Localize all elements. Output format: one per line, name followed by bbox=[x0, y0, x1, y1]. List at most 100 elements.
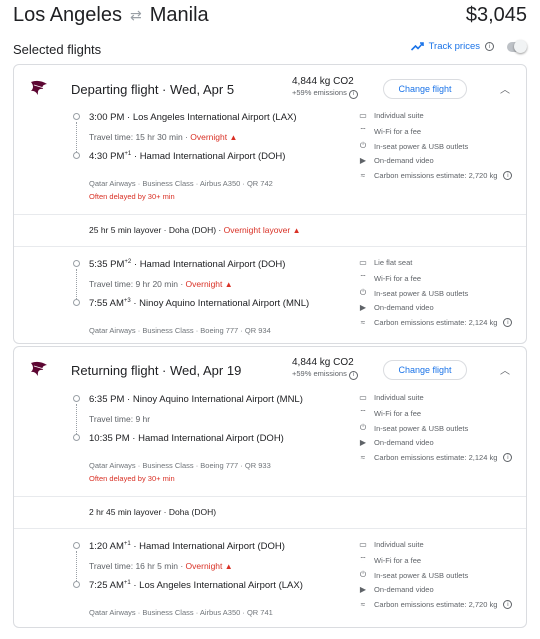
timeline-line bbox=[76, 551, 77, 581]
amenity-item: ▶ On-demand video bbox=[359, 438, 434, 447]
layover-row: 2 hr 45 min layover · Doha (DOH) bbox=[14, 496, 526, 529]
returning-header: Returning flight · Wed, Apr 19 4,844 kg … bbox=[14, 353, 526, 393]
amenity-item: ▭ Individual suite bbox=[359, 540, 424, 549]
amenity-item: ⌔ Wi-Fi for a fee bbox=[359, 555, 422, 565]
departure-line: 5:35 PM+2 · Hamad International Airport … bbox=[89, 259, 286, 271]
seat-icon: ▭ bbox=[359, 111, 367, 120]
swap-icon: ⇄ bbox=[129, 7, 142, 23]
trip-header: Los Angeles ⇄ Manila $3,045 bbox=[13, 4, 527, 32]
layover-row: 25 hr 5 min layover · Doha (DOH) · Overn… bbox=[14, 214, 526, 247]
warning-icon: ▲ bbox=[292, 226, 301, 235]
emissions-note: +59% emissions i bbox=[292, 88, 358, 99]
video-icon: ▶ bbox=[359, 303, 367, 312]
emissions-icon: ≈ bbox=[360, 318, 366, 327]
flight-segment: 1:20 AM+1 · Hamad International Airport … bbox=[14, 538, 526, 626]
delay-note: Often delayed by 30+ min bbox=[89, 192, 175, 201]
wifi-icon: ⌔ bbox=[359, 555, 367, 564]
departing-flight-card: Departing flight · Wed, Apr 5 4,844 kg C… bbox=[13, 64, 527, 344]
qatar-airways-logo bbox=[31, 80, 47, 95]
timeline-dot bbox=[73, 260, 80, 267]
flight-details: Qatar Airways · Business Class · Airbus … bbox=[89, 608, 273, 617]
video-icon: ▶ bbox=[359, 156, 367, 165]
departing-title: Departing flight · Wed, Apr 5 bbox=[71, 82, 235, 97]
info-icon[interactable]: i bbox=[485, 42, 494, 51]
amenities-list: ▭ Lie flat seat ⌔ Wi-Fi for a fee ⏻ In-seat… bbox=[358, 258, 528, 338]
co2-value: 4,844 kg CO2 bbox=[292, 76, 354, 87]
arrival-line: 10:35 PM · Hamad International Airport (… bbox=[89, 433, 284, 444]
emissions-icon: ≈ bbox=[360, 600, 366, 609]
returning-title: Returning flight · Wed, Apr 19 bbox=[71, 363, 242, 378]
timeline-dot bbox=[73, 581, 80, 588]
wifi-icon: ⌔ bbox=[359, 126, 367, 135]
amenity-item: ≈ Carbon emissions estimate: 2,124 kg i bbox=[358, 318, 513, 327]
amenity-item: ▭ Individual suite bbox=[359, 393, 424, 402]
segment-timeline bbox=[73, 113, 81, 159]
emissions-icon: ≈ bbox=[360, 453, 366, 462]
selected-flights-bar: Selected flights Track prices i bbox=[13, 39, 527, 59]
wifi-icon: ⌔ bbox=[359, 408, 367, 417]
arrival-line: 7:25 AM+1 · Los Angeles International Ai… bbox=[89, 580, 303, 592]
track-prices-toggle[interactable] bbox=[507, 39, 527, 53]
delay-note: Often delayed by 30+ min bbox=[89, 474, 175, 483]
segment-timeline bbox=[73, 395, 81, 441]
info-icon[interactable]: i bbox=[503, 318, 513, 327]
change-flight-button[interactable]: Change flight bbox=[383, 79, 467, 99]
amenity-item: ⏻ In-seat power & USB outlets bbox=[359, 288, 469, 298]
emissions-icon: ≈ bbox=[360, 171, 366, 180]
amenities-list: ▭ Individual suite ⌔ Wi-Fi for a fee ⏻ In-s… bbox=[358, 111, 528, 191]
layover-text: 2 hr 45 min layover · Doha (DOH) bbox=[89, 507, 217, 517]
segment-timeline bbox=[73, 542, 81, 588]
timeline-dot bbox=[73, 395, 80, 402]
seat-icon: ▭ bbox=[359, 393, 367, 402]
amenity-item: ▶ On-demand video bbox=[359, 156, 434, 165]
amenity-item: ≈ Carbon emissions estimate: 2,124 kg i bbox=[358, 453, 513, 462]
wifi-icon: ⌔ bbox=[359, 273, 367, 282]
co2-value: 4,844 kg CO2 bbox=[292, 357, 354, 368]
amenity-item: ≈ Carbon emissions estimate: 2,720 kg i bbox=[358, 600, 513, 609]
change-flight-button[interactable]: Change flight bbox=[383, 360, 467, 380]
departing-header: Departing flight · Wed, Apr 5 4,844 kg C… bbox=[14, 71, 526, 111]
travel-time: Travel time: 15 hr 30 min · Overnight ▲ bbox=[89, 132, 238, 142]
timeline-line bbox=[76, 404, 77, 434]
chevron-up-icon[interactable]: ︿ bbox=[500, 362, 510, 377]
chevron-up-icon[interactable]: ︿ bbox=[500, 81, 510, 96]
returning-flight-card: Returning flight · Wed, Apr 19 4,844 kg … bbox=[13, 346, 527, 628]
seat-icon: ▭ bbox=[359, 258, 367, 267]
layover-text: 25 hr 5 min layover · Doha (DOH) · Overn… bbox=[89, 225, 301, 235]
power-icon: ⏻ bbox=[359, 423, 367, 432]
amenity-item: ⌔ Wi-Fi for a fee bbox=[359, 273, 422, 283]
travel-time: Travel time: 9 hr 20 min · Overnight ▲ bbox=[89, 279, 233, 289]
route-title: Los Angeles ⇄ Manila bbox=[13, 4, 209, 27]
timeline-dot bbox=[73, 152, 80, 159]
info-icon[interactable]: i bbox=[348, 89, 358, 99]
timeline-dot bbox=[73, 299, 80, 306]
amenity-item: ▶ On-demand video bbox=[359, 585, 434, 594]
track-prices[interactable]: Track prices i bbox=[410, 39, 527, 53]
arrival-line: 4:30 PM+1 · Hamad International Airport … bbox=[89, 151, 286, 163]
origin-city: Los Angeles bbox=[13, 4, 122, 26]
emissions-note: +59% emissions i bbox=[292, 369, 358, 380]
info-icon[interactable]: i bbox=[348, 370, 358, 380]
amenity-item: ⌔ Wi-Fi for a fee bbox=[359, 126, 422, 136]
amenity-item: ▭ Individual suite bbox=[359, 111, 424, 120]
departure-line: 1:20 AM+1 · Hamad International Airport … bbox=[89, 541, 285, 553]
flight-details: Qatar Airways · Business Class · Boeing … bbox=[89, 326, 271, 335]
info-icon[interactable]: i bbox=[503, 600, 513, 609]
info-icon[interactable]: i bbox=[503, 453, 513, 462]
qatar-airways-logo bbox=[31, 361, 47, 376]
amenity-item: ⏻ In-seat power & USB outlets bbox=[359, 423, 469, 433]
flight-details: Qatar Airways · Business Class · Airbus … bbox=[89, 179, 273, 188]
amenity-item: ≈ Carbon emissions estimate: 2,720 kg i bbox=[358, 171, 513, 180]
flight-segment: 3:00 PM · Los Angeles International Airp… bbox=[14, 109, 526, 215]
timeline-line bbox=[76, 269, 77, 299]
video-icon: ▶ bbox=[359, 585, 367, 594]
arrival-line: 7:55 AM+3 · Ninoy Aquino International A… bbox=[89, 298, 310, 310]
power-icon: ⏻ bbox=[359, 288, 367, 297]
amenity-item: ⏻ In-seat power & USB outlets bbox=[359, 141, 469, 151]
timeline-dot bbox=[73, 434, 80, 441]
warning-icon: ▲ bbox=[224, 562, 233, 571]
travel-time: Travel time: 16 hr 5 min · Overnight ▲ bbox=[89, 561, 233, 571]
track-prices-label[interactable]: Track prices bbox=[429, 41, 480, 52]
info-icon[interactable]: i bbox=[503, 171, 513, 180]
timeline-line bbox=[76, 122, 77, 152]
